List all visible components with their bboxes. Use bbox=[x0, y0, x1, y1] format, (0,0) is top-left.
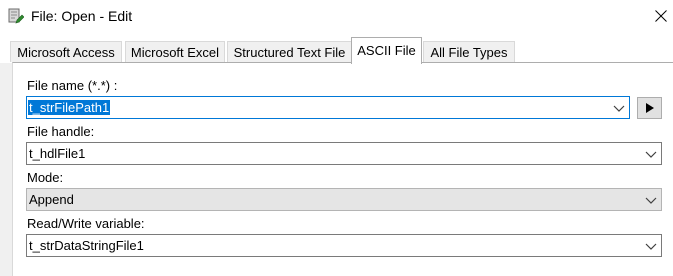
file-open-edit-dialog: File: Open - Edit Microsoft Access Micro… bbox=[0, 0, 673, 276]
mode-dropdown[interactable]: Append bbox=[26, 188, 662, 211]
play-triangle-icon bbox=[645, 103, 654, 113]
tab-strip: Microsoft Access Microsoft Excel Structu… bbox=[0, 32, 673, 64]
tab-microsoft-excel[interactable]: Microsoft Excel bbox=[125, 41, 225, 62]
close-button[interactable] bbox=[649, 4, 673, 28]
chevron-down-icon[interactable] bbox=[613, 102, 625, 114]
file-name-value: t_strFilePath1 bbox=[28, 100, 111, 115]
window-title: File: Open - Edit bbox=[31, 8, 133, 24]
tab-ascii-file[interactable]: ASCII File bbox=[351, 37, 422, 64]
file-handle-value: t_hdlFile1 bbox=[29, 146, 86, 161]
mode-value: Append bbox=[29, 192, 74, 207]
rw-variable-label: Read/Write variable: bbox=[27, 216, 145, 231]
file-name-combobox[interactable]: t_strFilePath1 bbox=[26, 96, 630, 119]
tab-structured-text-file[interactable]: Structured Text File bbox=[227, 41, 352, 62]
rw-variable-combobox[interactable]: t_strDataStringFile1 bbox=[26, 234, 662, 257]
tab-all-file-types[interactable]: All File Types bbox=[423, 41, 515, 62]
mode-label: Mode: bbox=[27, 170, 64, 185]
document-pencil-icon bbox=[8, 8, 25, 24]
rw-variable-value: t_strDataStringFile1 bbox=[29, 238, 144, 253]
chevron-down-icon[interactable] bbox=[645, 148, 657, 160]
file-handle-combobox[interactable]: t_hdlFile1 bbox=[26, 142, 662, 165]
title-bar: File: Open - Edit bbox=[0, 0, 673, 32]
chevron-down-icon[interactable] bbox=[645, 194, 657, 206]
file-name-label: File name (*.*) : bbox=[27, 78, 118, 93]
run-button[interactable] bbox=[637, 97, 662, 119]
tab-microsoft-access[interactable]: Microsoft Access bbox=[10, 41, 122, 62]
file-handle-label: File handle: bbox=[27, 124, 95, 139]
close-icon bbox=[655, 10, 667, 22]
chevron-down-icon[interactable] bbox=[645, 240, 657, 252]
